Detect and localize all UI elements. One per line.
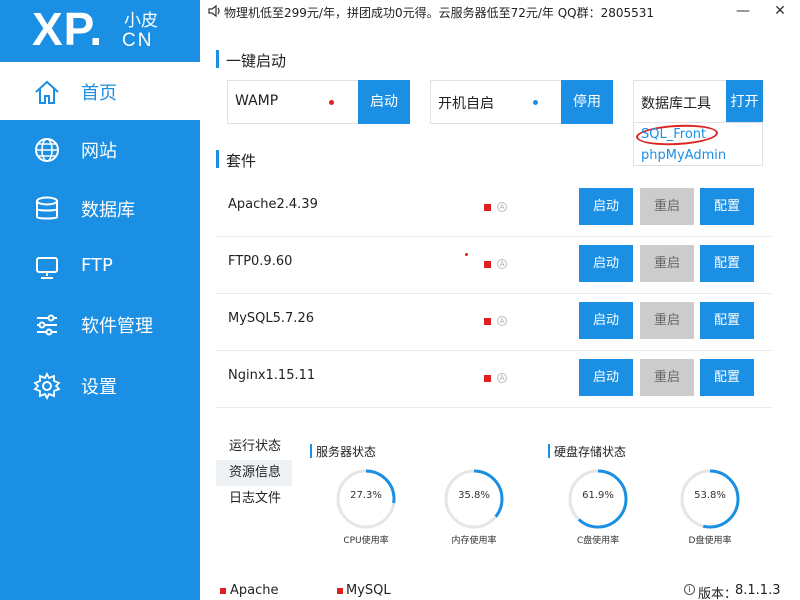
sidebar-item-software[interactable]: 软件管理 [0,295,200,353]
suite-name: Nginx1.15.11 [228,368,316,383]
ftp-icon [36,257,58,279]
tab-log-files[interactable]: 日志文件 [216,486,292,512]
suite-title: 套件 [216,150,256,171]
top-notice-bar: 物理机低至299元/年，拼团成功0元得。云服务器低至72元/年 QQ群：2805… [200,0,800,24]
stopped-status-icon [484,204,491,211]
sidebar-item-label: 设置 [81,377,117,398]
sidebar-item-database[interactable]: 数据库 [0,179,200,237]
db-tool-dropdown: SQL_Front phpMyAdmin [633,122,763,166]
sidebar: XP. 小皮 CN 首页 网站 数据库 FTP 软件管理 设置 [0,0,200,600]
dropdown-option-sqlfront[interactable]: SQL_Front [641,125,706,145]
c-drive-gauge: 61.9% [567,468,629,530]
autostart-label: 开机自启 [438,96,494,112]
start-button[interactable]: 启动 [579,245,633,282]
config-button[interactable]: 配置 [700,188,754,225]
d-drive-gauge: 53.8% [679,468,741,530]
suite-row-mysql: MySQL5.7.26 A 启动 重启 配置 [216,294,772,351]
start-button[interactable]: 启动 [579,188,633,225]
suite-name: FTP0.9.60 [228,254,293,269]
autostart-disable-button[interactable]: 停用 [561,80,613,124]
suite-row-apache: Apache2.4.39 A 启动 重启 配置 [216,180,772,237]
mysql-status-icon [337,588,343,594]
cpu-label: CPU使用率 [343,536,389,546]
footer-mysql: MySQL [346,583,391,598]
status-footer: Apache MySQL i 版本： 8.1.1.3 [200,580,800,600]
c-drive-label: C盘使用率 [576,536,620,546]
db-tool-label: 数据库工具 [641,96,711,112]
sidebar-item-label: 软件管理 [81,316,153,337]
tab-run-status[interactable]: 运行状态 [216,434,292,460]
wamp-status-dot [329,100,334,105]
wamp-start-button[interactable]: 启动 [358,80,410,124]
sidebar-item-settings[interactable]: 设置 [0,356,200,414]
memory-gauge: 35.8% [443,468,505,530]
logo-bottom: CN [122,30,154,51]
gear-icon [33,372,61,400]
suite-name: Apache2.4.39 [228,197,318,212]
autostart-status-dot [533,100,538,105]
restart-button: 重启 [640,359,694,396]
auto-icon[interactable]: A [497,259,507,269]
sidebar-item-label: 首页 [81,83,117,104]
info-icon: i [684,584,695,595]
home-icon [35,80,59,104]
cpu-value: 27.3% [350,490,382,501]
cpu-gauge: 27.3% [335,468,397,530]
memory-label: 内存使用率 [451,536,497,546]
globe-icon [35,138,59,162]
config-button[interactable]: 配置 [700,245,754,282]
version-value: 8.1.1.3 [735,583,781,598]
server-status-title: 服务器状态 [310,443,376,460]
notice-text[interactable]: 物理机低至299元/年，拼团成功0元得。云服务器低至72元/年 QQ群：2805… [224,4,654,21]
suite-row-nginx: Nginx1.15.11 A 启动 重启 配置 [216,351,772,408]
minimize-button[interactable]: — [734,2,752,20]
quick-start-title: 一键启动 [216,50,286,71]
wamp-label: WAMP [235,93,279,109]
config-button[interactable]: 配置 [700,359,754,396]
apache-status-icon [220,588,226,594]
speaker-icon [208,4,220,18]
stopped-status-icon [484,375,491,382]
start-button[interactable]: 启动 [579,302,633,339]
d-drive-label: D盘使用率 [688,536,732,546]
logo-top: 小皮 [124,11,158,31]
db-tool-group: 数据库工具 打开 [633,80,763,124]
suite-row-ftp: FTP0.9.60 A 启动 重启 配置 [216,237,772,294]
stray-dot [465,253,468,256]
db-tool-open-button[interactable]: 打开 [726,80,763,124]
sidebar-item-label: 数据库 [81,200,135,221]
close-button[interactable]: ✕ [771,2,789,20]
version-label: 版本： [698,587,738,600]
c-drive-value: 61.9% [582,490,614,501]
config-button[interactable]: 配置 [700,302,754,339]
autostart-group: 开机自启 停用 [430,80,613,124]
wamp-group: WAMP 启动 [227,80,410,124]
memory-value: 35.8% [458,490,490,501]
logo-main: XP. [32,3,104,55]
database-icon [36,196,58,220]
auto-icon[interactable]: A [497,373,507,383]
info-panel: 运行状态 资源信息 日志文件 服务器状态 硬盘存储状态 27.3% CPU使用率… [216,432,772,560]
sidebar-item-ftp[interactable]: FTP [0,238,200,296]
dropdown-option-phpmyadmin[interactable]: phpMyAdmin [641,146,726,166]
restart-button: 重启 [640,188,694,225]
tab-resource-info[interactable]: 资源信息 [216,460,292,486]
auto-icon[interactable]: A [497,202,507,212]
sidebar-item-website[interactable]: 网站 [0,120,200,178]
disk-status-title: 硬盘存储状态 [548,443,626,460]
sidebar-item-label: 网站 [81,141,117,162]
restart-button: 重启 [640,245,694,282]
auto-icon[interactable]: A [497,316,507,326]
sliders-icon [37,314,57,336]
stopped-status-icon [484,318,491,325]
sidebar-item-home[interactable]: 首页 [0,62,200,120]
stopped-status-icon [484,261,491,268]
sidebar-item-label: FTP [81,255,113,276]
suite-name: MySQL5.7.26 [228,311,314,326]
footer-apache: Apache [230,583,279,598]
start-button[interactable]: 启动 [579,359,633,396]
d-drive-value: 53.8% [694,490,726,501]
restart-button: 重启 [640,302,694,339]
logo: XP. 小皮 CN [0,0,200,62]
